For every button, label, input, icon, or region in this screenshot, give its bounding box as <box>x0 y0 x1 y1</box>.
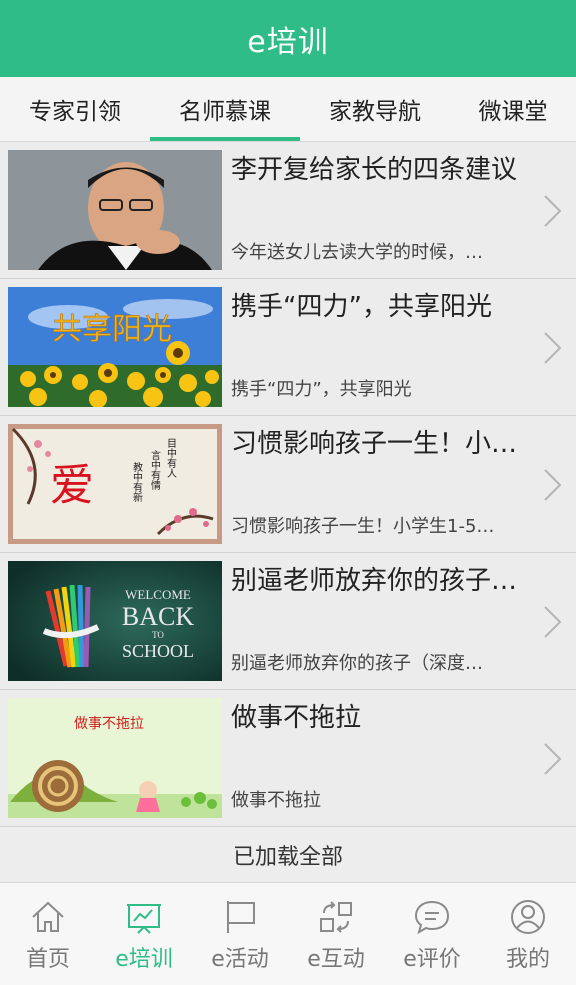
list-item[interactable]: 李开复给家长的四条建议 今年送女儿去读大学的时候，… <box>0 142 576 279</box>
page-title: e培训 <box>247 24 329 60</box>
tab-parenting-guide[interactable]: 家教导航 <box>300 77 450 141</box>
thumbnail-caption: 做事不拖拉 <box>74 716 144 732</box>
thumbnail-line: 言中有情 <box>149 449 161 491</box>
list-item[interactable]: 爱 目中有人 言中有情 教中有新 习惯影响孩子一生！小… 习惯影响孩子一生！小学… <box>0 416 576 553</box>
item-title: 别逼老师放弃你的孩子… <box>231 566 518 596</box>
thumbnail-line: 教中有新 <box>131 461 143 503</box>
nav-label: e活动 <box>211 947 269 972</box>
category-tabs: 专家引领 名师慕课 家教导航 微课堂 <box>0 77 576 142</box>
tab-micro-class[interactable]: 微课堂 <box>450 77 576 141</box>
chevron-right-icon <box>544 195 562 227</box>
nav-profile[interactable]: 我的 <box>480 883 576 985</box>
thumbnail-sunflowers: 共享阳光 <box>8 287 222 407</box>
bottom-nav: 首页 e培训 e活动 e互动 e评价 我的 <box>0 882 576 985</box>
nav-label: e培训 <box>115 947 173 972</box>
nav-label: 我的 <box>505 947 550 972</box>
item-description: 做事不拖拉 <box>231 790 321 811</box>
nav-label: e互动 <box>307 947 365 972</box>
nav-activity[interactable]: e活动 <box>192 883 288 985</box>
thumbnail-caption: 共享阳光 <box>52 313 172 346</box>
nav-home[interactable]: 首页 <box>0 883 96 985</box>
item-description: 别逼老师放弃你的孩子（深度… <box>231 653 483 674</box>
thumbnail-caption: 爱 <box>50 461 94 510</box>
tab-experts[interactable]: 专家引领 <box>0 77 150 141</box>
thumbnail-portrait <box>8 150 222 270</box>
thumbnail-line: SCHOOL <box>122 641 194 661</box>
nav-training[interactable]: e培训 <box>96 883 192 985</box>
chat-bubble-icon <box>414 900 450 935</box>
thumbnail-snail: 做事不拖拉 <box>8 698 222 818</box>
training-screen-icon <box>127 904 161 934</box>
item-description: 今年送女儿去读大学的时候，… <box>231 242 483 263</box>
item-description: 携手“四力”，共享阳光 <box>231 379 412 400</box>
chevron-right-icon <box>544 469 562 501</box>
app-header: e培训 <box>0 0 576 77</box>
item-title: 习惯影响孩子一生！小… <box>231 429 518 459</box>
item-description: 习惯影响孩子一生！小学生1-5… <box>231 516 495 537</box>
thumbnail-line: TO <box>152 630 164 640</box>
tab-famous-teachers[interactable]: 名师慕课 <box>150 77 300 141</box>
home-icon <box>32 901 64 932</box>
thumbnail-calligraphy: 爱 目中有人 言中有情 教中有新 <box>8 424 222 544</box>
nav-label: 首页 <box>25 947 70 972</box>
chevron-right-icon <box>544 332 562 364</box>
list-item[interactable]: 共享阳光 携手“四力”，共享阳光 携手“四力”，共享阳光 <box>0 279 576 416</box>
list-item[interactable]: 做事不拖拉 做事不拖拉 做事不拖拉 <box>0 690 576 827</box>
nav-interaction[interactable]: e互动 <box>288 883 384 985</box>
item-title: 李开复给家长的四条建议 <box>231 155 518 185</box>
list-item[interactable]: WELCOME BACK TO SCHOOL 别逼老师放弃你的孩子… 别逼老师放… <box>0 553 576 690</box>
chevron-right-icon <box>544 606 562 638</box>
user-icon <box>511 900 545 934</box>
chevron-right-icon <box>544 743 562 775</box>
thumbnail-line: WELCOME <box>125 587 191 602</box>
load-status: 已加载全部 <box>232 845 343 870</box>
thumbnail-chalkboard: WELCOME BACK TO SCHOOL <box>8 561 222 681</box>
item-title: 携手“四力”，共享阳光 <box>231 292 492 322</box>
item-title: 做事不拖拉 <box>231 703 362 733</box>
thumbnail-line: BACK <box>122 602 194 631</box>
exchange-icon <box>320 901 352 933</box>
nav-label: e评价 <box>403 947 461 972</box>
thumbnail-line: 目中有人 <box>165 438 177 478</box>
nav-evaluation[interactable]: e评价 <box>384 883 480 985</box>
flag-icon <box>227 901 255 933</box>
